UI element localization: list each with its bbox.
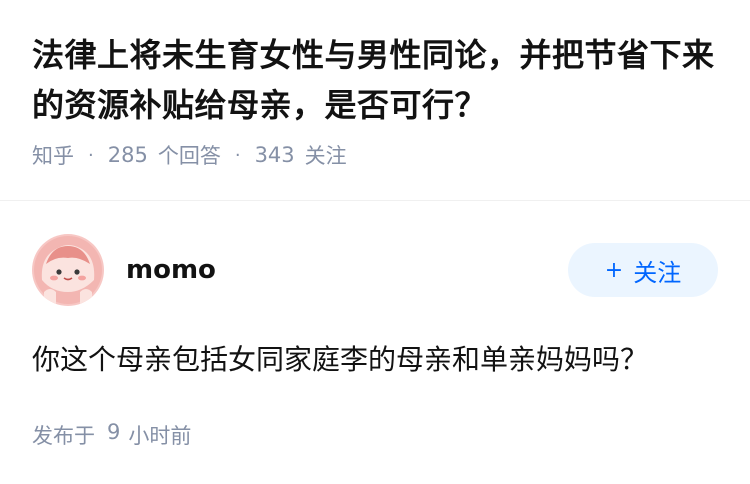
follow-count: 343	[254, 143, 295, 167]
answer-card: momo + 关注 你这个母亲包括女同家庭李的母亲和单亲妈妈吗？ 发布于 9 小…	[32, 234, 718, 450]
avatar-illustration	[32, 234, 104, 306]
section-divider	[0, 200, 750, 201]
answer-count: 285	[107, 143, 148, 167]
question-meta: 知乎 · 285 个回答 · 343 关注	[32, 140, 718, 170]
time-unit: 小时前	[128, 424, 192, 448]
follow-button[interactable]: + 关注	[568, 243, 718, 297]
time-value: 9	[107, 420, 121, 444]
answer-timestamp: 发布于 9 小时前	[32, 420, 718, 450]
author-name[interactable]: momo	[126, 255, 216, 285]
meta-separator: ·	[234, 144, 241, 166]
answer-content[interactable]: 你这个母亲包括女同家庭李的母亲和单亲妈妈吗？	[32, 338, 718, 382]
follow-count-label: 关注	[304, 144, 347, 168]
question-header: 法律上将未生育女性与男性同论，并把节省下来的资源补贴给母亲，是否可行？ 知乎 ·…	[0, 0, 750, 170]
follow-button-label: 关注	[633, 258, 682, 287]
zhihu-answer-page: 法律上将未生育女性与男性同论，并把节省下来的资源补贴给母亲，是否可行？ 知乎 ·…	[0, 0, 750, 484]
author-row: momo + 关注	[32, 234, 718, 306]
avatar[interactable]	[32, 234, 104, 306]
answer-count-label: 个回答	[157, 144, 221, 168]
source-label[interactable]: 知乎	[32, 140, 74, 170]
time-prefix: 发布于	[32, 424, 95, 448]
meta-separator: ·	[88, 144, 94, 166]
question-title[interactable]: 法律上将未生育女性与男性同论，并把节省下来的资源补贴给母亲，是否可行？	[32, 30, 718, 130]
plus-icon: +	[604, 257, 624, 283]
